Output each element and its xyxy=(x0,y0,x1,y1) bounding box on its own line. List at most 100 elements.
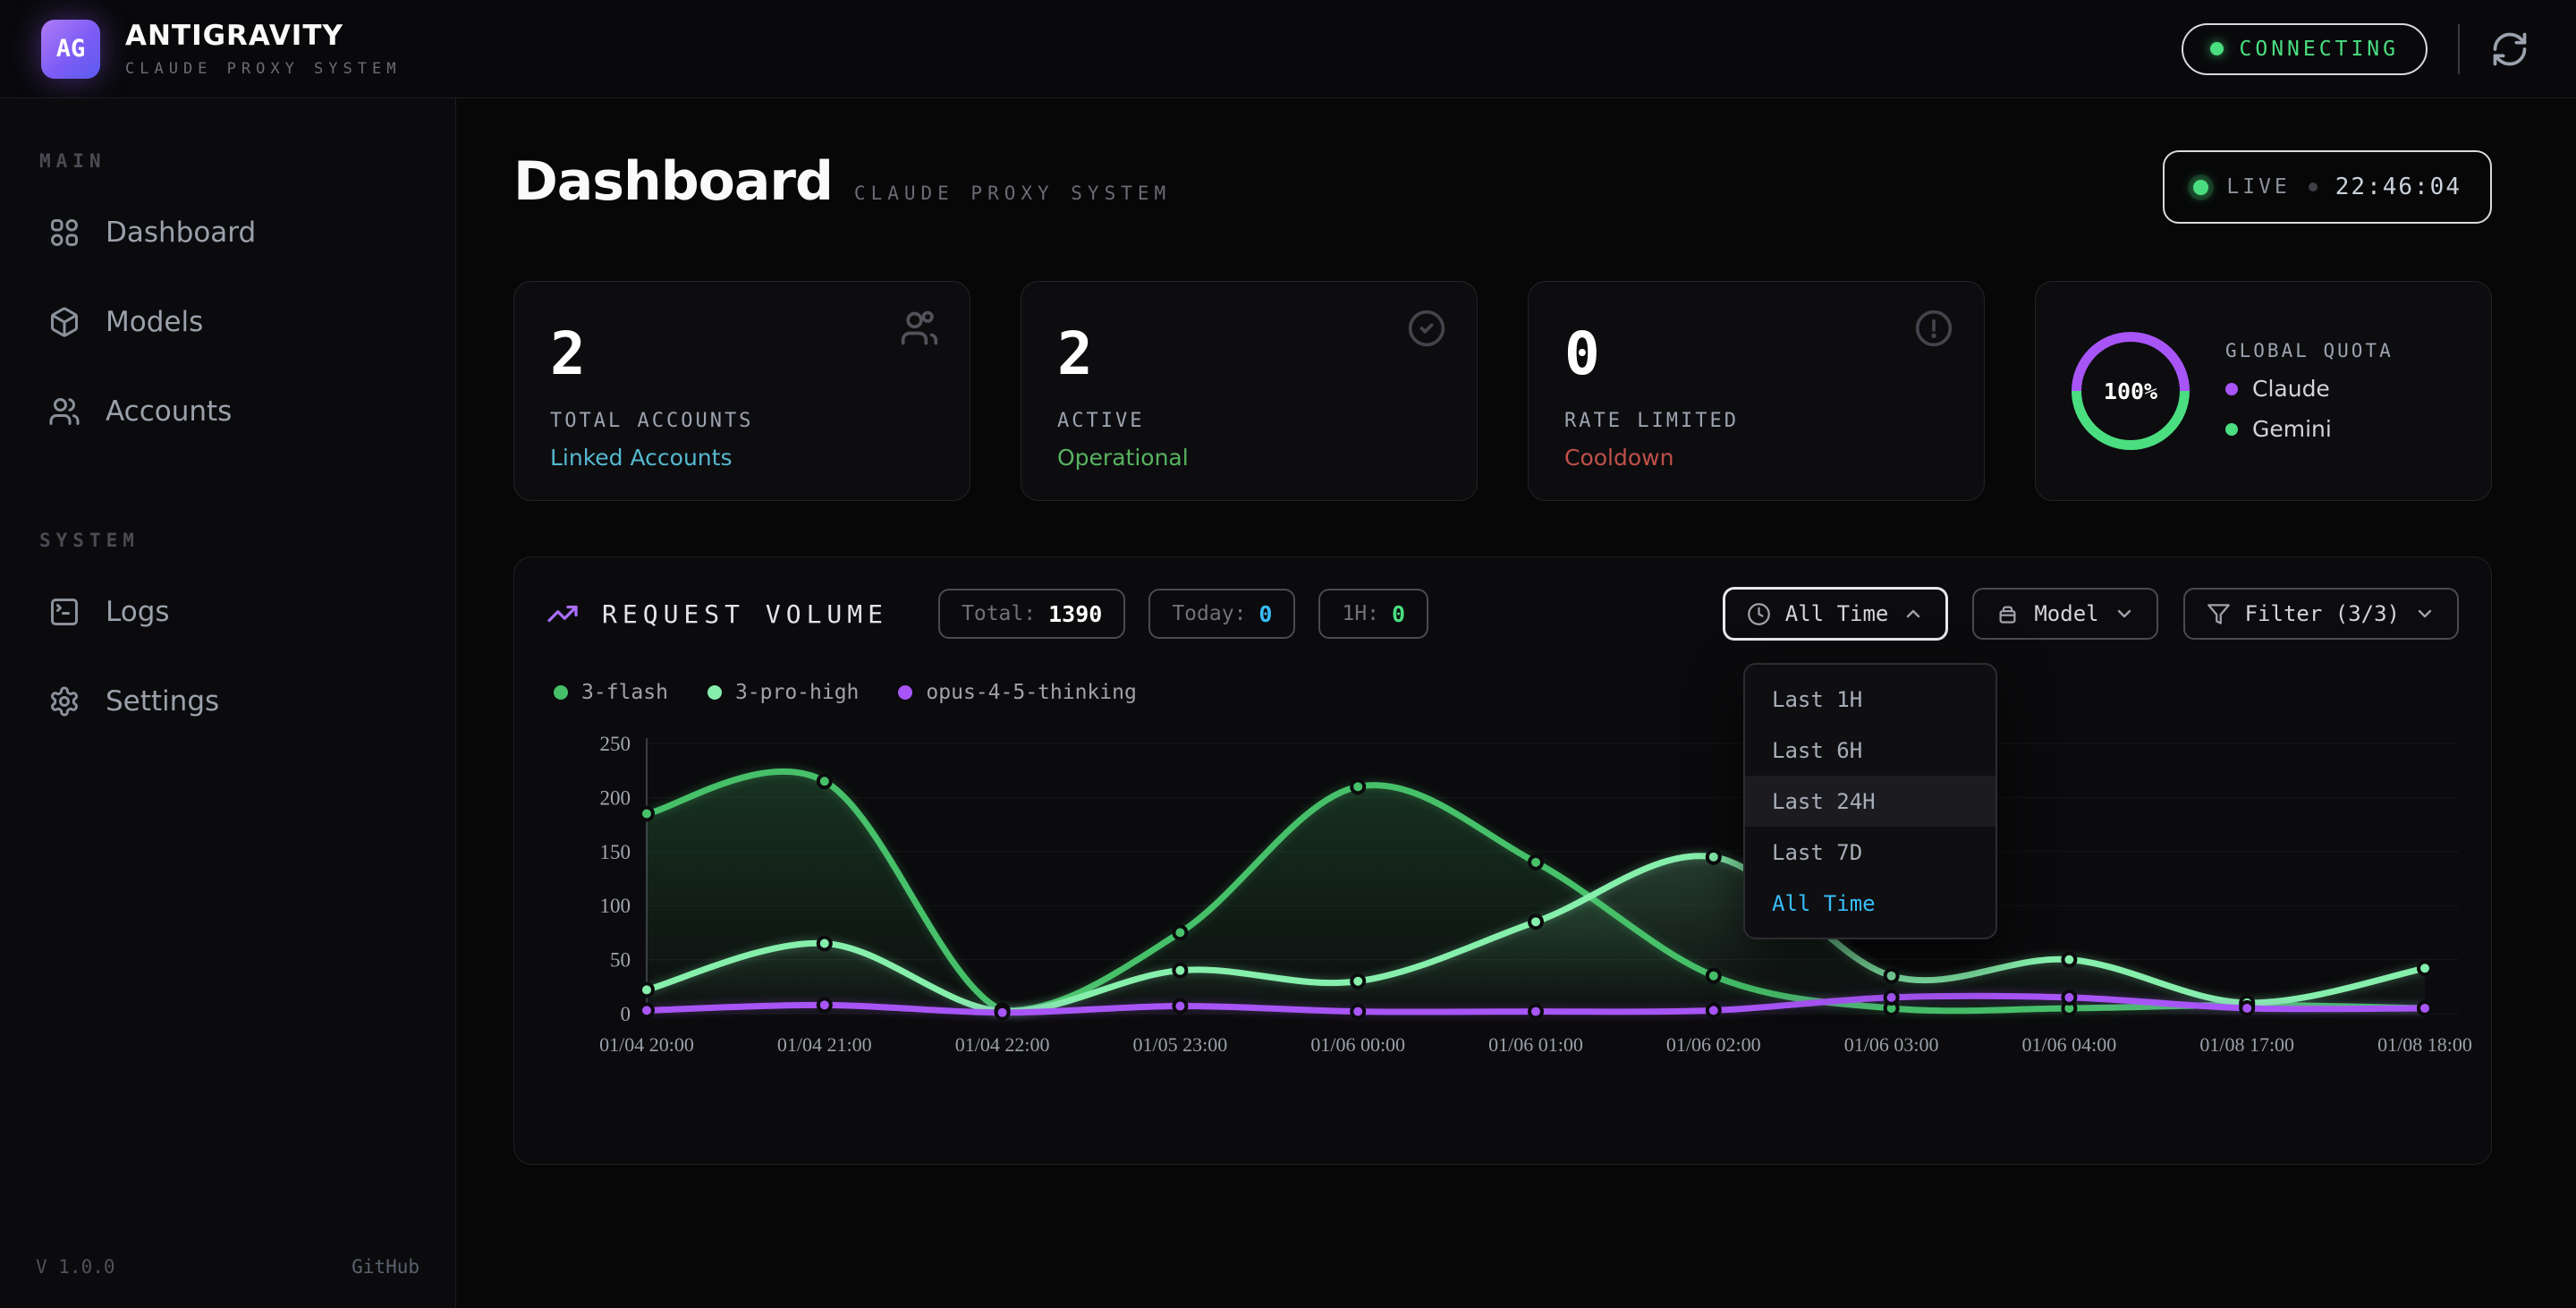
quota-legend-label: Claude xyxy=(2252,376,2330,402)
connection-status-dot xyxy=(2210,42,2224,55)
stat-value: 2 xyxy=(550,319,934,388)
legend-label: opus-4-5-thinking xyxy=(926,681,1136,704)
filter-dropdown-button[interactable]: Filter (3/3) xyxy=(2183,588,2459,640)
stat-card-total-accounts: 2 TOTAL ACCOUNTS Linked Accounts xyxy=(513,281,970,501)
svg-text:01/06 00:00: 01/06 00:00 xyxy=(1310,1033,1405,1056)
page-title: Dashboard xyxy=(513,150,833,213)
stat-card-rate-limited: 0 RATE LIMITED Cooldown xyxy=(1528,281,1985,501)
svg-text:01/05 23:00: 01/05 23:00 xyxy=(1133,1033,1228,1056)
svg-text:01/04 20:00: 01/04 20:00 xyxy=(599,1033,694,1056)
clock-icon xyxy=(1747,602,1771,626)
today-chip: Today: 0 xyxy=(1148,589,1295,639)
filter-button-label: Filter (3/3) xyxy=(2245,601,2400,626)
cube-icon xyxy=(48,306,80,338)
time-range-dropdown-button[interactable]: All Time xyxy=(1724,588,1948,640)
app-name: ANTIGRAVITY xyxy=(125,20,401,52)
claude-dot xyxy=(2225,383,2238,395)
svg-text:50: 50 xyxy=(610,949,631,972)
one-hour-chip: 1H: 0 xyxy=(1318,589,1428,639)
legend-label: 3-flash xyxy=(581,681,668,704)
menu-item-last-7d[interactable]: Last 7D xyxy=(1745,827,1996,878)
legend-dot xyxy=(898,685,912,700)
trending-up-icon xyxy=(547,598,579,630)
time-range-menu: Last 1H Last 6H Last 24H Last 7D All Tim… xyxy=(1743,663,1997,939)
quota-legend-gemini: Gemini xyxy=(2225,416,2394,442)
svg-text:250: 250 xyxy=(600,733,631,755)
svg-text:01/08 18:00: 01/08 18:00 xyxy=(2377,1033,2472,1056)
sidebar-item-label: Models xyxy=(106,306,203,338)
stat-label: RATE LIMITED xyxy=(1564,410,1948,432)
sidebar: MAIN Dashboard Models Accounts SYSTEM Lo xyxy=(0,98,456,1308)
sidebar-item-dashboard[interactable]: Dashboard xyxy=(36,199,419,267)
svg-text:01/06 03:00: 01/06 03:00 xyxy=(1844,1033,1939,1056)
time-range-value: All Time xyxy=(1785,601,1889,626)
sidebar-section-system: SYSTEM xyxy=(39,530,419,551)
chip-label: Total: xyxy=(962,602,1036,625)
sidebar-item-logs[interactable]: Logs xyxy=(36,578,419,646)
alert-circle-icon xyxy=(1914,309,1953,348)
brand: AG ANTIGRAVITY CLAUDE PROXY SYSTEM xyxy=(41,20,401,79)
svg-text:01/06 01:00: 01/06 01:00 xyxy=(1488,1033,1583,1056)
github-link[interactable]: GitHub xyxy=(352,1256,419,1278)
stat-card-active: 2 ACTIVE Operational xyxy=(1021,281,1478,501)
main-content: Dashboard CLAUDE PROXY SYSTEM LIVE 22:46… xyxy=(456,98,2576,1308)
stat-card-global-quota: 100% GLOBAL QUOTA Claude Gemini xyxy=(2035,281,2492,501)
sidebar-section-main: MAIN xyxy=(39,150,419,172)
svg-text:0: 0 xyxy=(621,1003,631,1025)
svg-text:01/04 22:00: 01/04 22:00 xyxy=(955,1033,1050,1056)
svg-text:100: 100 xyxy=(600,895,631,917)
legend-label: 3-pro-high xyxy=(735,681,859,704)
menu-item-last-6h[interactable]: Last 6H xyxy=(1745,725,1996,776)
terminal-icon xyxy=(48,596,80,628)
quota-legend-claude: Claude xyxy=(2225,376,2394,402)
stat-value: 2 xyxy=(1057,319,1441,388)
menu-item-all-time[interactable]: All Time xyxy=(1745,878,1996,929)
svg-text:01/08 17:00: 01/08 17:00 xyxy=(2199,1033,2294,1056)
sidebar-item-settings[interactable]: Settings xyxy=(36,667,419,735)
chart-legend: 3-flash 3-pro-high opus-4-5-thinking xyxy=(554,681,2459,704)
connection-status-badge: CONNECTING xyxy=(2182,23,2428,75)
quota-ring: 100% xyxy=(2072,332,2190,450)
chevron-down-icon xyxy=(2114,603,2135,624)
stat-value: 0 xyxy=(1564,319,1948,388)
chip-label: Today: xyxy=(1172,602,1246,625)
dashboard-grid-icon xyxy=(48,217,80,249)
check-circle-icon xyxy=(1407,309,1446,348)
stat-sub-label: Cooldown xyxy=(1564,445,1948,471)
quota-title: GLOBAL QUOTA xyxy=(2225,340,2394,361)
line-chart: 05010015020025001/04 20:0001/04 21:0001/… xyxy=(547,729,2459,1067)
legend-item-3-pro-high: 3-pro-high xyxy=(708,681,859,704)
sidebar-item-accounts[interactable]: Accounts xyxy=(36,378,419,446)
chip-value: 1390 xyxy=(1048,601,1102,627)
stat-label: TOTAL ACCOUNTS xyxy=(550,410,934,432)
funnel-icon xyxy=(2207,602,2231,626)
live-label: LIVE xyxy=(2226,175,2290,199)
svg-text:01/04 21:00: 01/04 21:00 xyxy=(777,1033,872,1056)
refresh-icon[interactable] xyxy=(2490,30,2529,69)
sidebar-item-models[interactable]: Models xyxy=(36,288,419,356)
gear-icon xyxy=(48,685,80,718)
live-clock: 22:46:04 xyxy=(2335,174,2462,200)
legend-dot xyxy=(708,685,722,700)
app-subtitle: CLAUDE PROXY SYSTEM xyxy=(125,60,401,78)
sidebar-item-label: Dashboard xyxy=(106,217,256,249)
live-dot xyxy=(2193,180,2208,195)
app-logo: AG xyxy=(41,20,100,79)
users-icon xyxy=(48,395,80,428)
total-chip: Total: 1390 xyxy=(938,589,1125,639)
chip-label: 1H: xyxy=(1342,602,1379,625)
quota-legend-label: Gemini xyxy=(2252,416,2332,442)
chart-title: REQUEST VOLUME xyxy=(602,599,888,629)
chevron-up-icon xyxy=(1902,603,1924,624)
stat-sub-label: Operational xyxy=(1057,445,1441,471)
page-subtitle: CLAUDE PROXY SYSTEM xyxy=(854,183,1171,204)
legend-item-opus: opus-4-5-thinking xyxy=(898,681,1136,704)
sidebar-item-label: Logs xyxy=(106,596,170,628)
menu-item-last-1h[interactable]: Last 1H xyxy=(1745,674,1996,725)
svg-text:01/06 02:00: 01/06 02:00 xyxy=(1666,1033,1761,1056)
legend-item-3-flash: 3-flash xyxy=(554,681,668,704)
live-status-badge: LIVE 22:46:04 xyxy=(2163,150,2492,224)
model-dropdown-button[interactable]: Model xyxy=(1972,588,2157,640)
menu-item-last-24h[interactable]: Last 24H xyxy=(1745,776,1996,827)
users-icon xyxy=(900,309,939,348)
